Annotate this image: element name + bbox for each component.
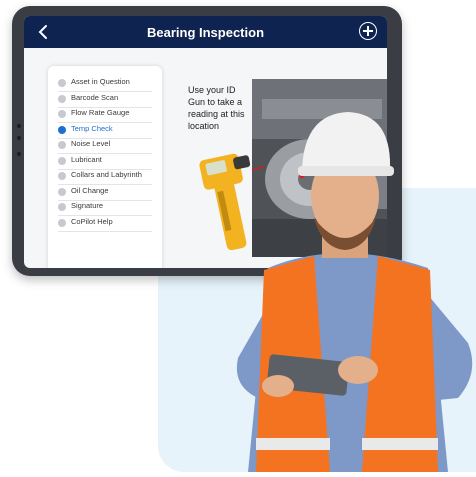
step-item[interactable]: CoPilot Help	[58, 216, 152, 232]
step-item[interactable]: Asset in Question	[58, 76, 152, 92]
step-label: Temp Check	[71, 123, 113, 133]
step-item[interactable]: Oil Change	[58, 185, 152, 201]
step-label: Lubricant	[71, 154, 102, 164]
tablet-sensor-dot	[17, 136, 21, 140]
step-item[interactable]: Noise Level	[58, 138, 152, 154]
step-bullet-icon	[58, 79, 66, 87]
step-label: Oil Change	[71, 185, 109, 195]
step-bullet-icon	[58, 156, 66, 165]
page-title: Bearing Inspection	[146, 25, 265, 40]
step-label: Barcode Scan	[71, 92, 119, 102]
add-button[interactable]	[359, 22, 377, 40]
step-label: Flow Rate Gauge	[71, 108, 130, 117]
header-bar: Bearing Inspection	[24, 16, 387, 48]
step-list: Asset in Question Barcode Scan Flow Rate G…	[48, 66, 162, 268]
step-item[interactable]: Temp Check	[58, 123, 152, 139]
step-label: Noise Level	[71, 139, 111, 148]
step-bullet-icon	[58, 187, 66, 196]
step-bullet-icon	[58, 172, 66, 180]
step-item[interactable]: Lubricant	[58, 154, 152, 170]
step-item[interactable]: Barcode Scan	[58, 92, 152, 108]
tablet-camera-dot	[17, 124, 21, 128]
step-bullet-icon	[58, 203, 66, 211]
step-label: Signature	[71, 201, 104, 210]
worker-illustration	[218, 108, 476, 472]
step-item[interactable]: Collars and Labyrinth	[58, 169, 152, 185]
step-label: CoPilot Help	[71, 216, 113, 226]
step-label: Asset in Question	[71, 77, 130, 86]
step-label: Collars and Labyrinth	[71, 170, 142, 179]
step-bullet-icon	[58, 141, 66, 149]
step-bullet-icon	[58, 218, 66, 227]
worker-with-tablet-image	[236, 112, 473, 472]
tablet-button-dot	[17, 152, 21, 156]
step-item[interactable]: Flow Rate Gauge	[58, 107, 152, 123]
step-bullet-icon	[58, 94, 66, 103]
step-active-bullet-icon	[58, 125, 66, 134]
step-item[interactable]: Signature	[58, 200, 152, 216]
step-bullet-icon	[58, 110, 66, 118]
